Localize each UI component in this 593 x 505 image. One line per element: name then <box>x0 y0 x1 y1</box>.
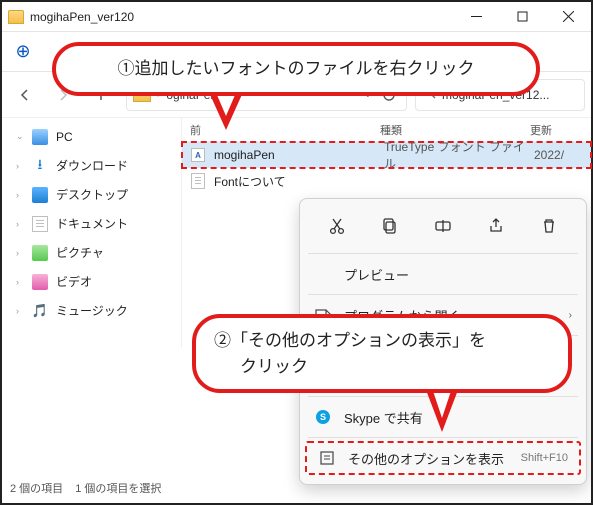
chevron-right-icon: › <box>16 306 24 316</box>
chevron-right-icon: › <box>569 310 572 321</box>
separator <box>308 294 578 295</box>
column-header-type[interactable]: 種類 <box>380 122 530 138</box>
videos-icon <box>32 274 48 290</box>
folder-icon <box>8 10 24 24</box>
pc-icon <box>32 129 48 145</box>
skype-icon: S <box>314 410 332 424</box>
window-title: mogihaPen_ver120 <box>30 10 134 24</box>
document-icon <box>32 216 48 232</box>
context-item-preview[interactable]: プレビュー <box>300 256 586 292</box>
column-header-date[interactable]: 更新 <box>530 122 552 138</box>
annotation-text: ①追加したいフォントのファイルを右クリック <box>118 59 475 78</box>
copy-button[interactable] <box>375 211 405 241</box>
context-item-more-options[interactable]: その他のオプションを表示 Shift+F10 <box>304 440 582 476</box>
sidebar-item-videos[interactable]: › ビデオ <box>2 267 181 296</box>
delete-button[interactable] <box>534 211 564 241</box>
chevron-right-icon: › <box>16 248 24 258</box>
pictures-icon <box>32 245 48 261</box>
sidebar-item-documents[interactable]: › ドキュメント <box>2 209 181 238</box>
font-file-icon: A <box>190 147 206 163</box>
sidebar-item-label: ダウンロード <box>56 157 128 174</box>
sidebar-item-music[interactable]: › 🎵 ミュージック <box>2 296 181 325</box>
annotation-callout-2: ②「その他のオプションの表示」を クリック <box>192 314 572 393</box>
cut-button[interactable] <box>322 211 352 241</box>
text-file-icon <box>190 173 206 189</box>
desktop-icon <box>32 187 48 203</box>
file-name: mogihaPen <box>214 148 384 162</box>
file-row-selected[interactable]: A mogihaPen TrueType フォント ファイル 2022/ <box>182 142 591 168</box>
annotation-text: ②「その他のオプションの表示」を <box>214 328 550 354</box>
separator <box>308 437 578 438</box>
back-button[interactable] <box>8 78 42 112</box>
sidebar-item-pc[interactable]: ⌄ PC <box>2 122 181 151</box>
callout-tail <box>426 390 458 432</box>
maximize-button[interactable] <box>499 2 545 32</box>
context-icon-row <box>300 205 586 251</box>
chevron-down-icon: ⌄ <box>16 131 24 142</box>
titlebar: mogihaPen_ver120 <box>2 2 591 32</box>
context-item-shortcut: Shift+F10 <box>521 452 568 464</box>
sidebar-item-label: ビデオ <box>56 273 92 290</box>
sidebar-item-label: デスクトップ <box>56 186 128 203</box>
file-name: Fontについて <box>214 173 384 190</box>
more-options-icon <box>318 450 336 466</box>
sidebar-item-desktop[interactable]: › デスクトップ <box>2 180 181 209</box>
status-item-count: 2 個の項目 <box>10 480 63 496</box>
chevron-right-icon: › <box>16 219 24 229</box>
chevron-right-icon: › <box>16 190 24 200</box>
context-item-label: プレビュー <box>344 265 572 284</box>
file-type: TrueType フォント ファイル <box>384 138 534 172</box>
sidebar: ⌄PC ›⭳ダウンロード ›デスクトップ ›ドキュメント ›ピクチャ ›ビデオ … <box>2 118 182 348</box>
music-icon: 🎵 <box>32 303 48 319</box>
sidebar-item-label: PC <box>56 130 73 144</box>
download-icon: ⭳ <box>32 158 48 174</box>
minimize-button[interactable] <box>453 2 499 32</box>
context-item-label: Skype で共有 <box>344 408 572 427</box>
context-item-label: その他のオプションを表示 <box>348 449 509 468</box>
annotation-text: クリック <box>214 354 550 380</box>
rename-button[interactable] <box>428 211 458 241</box>
sidebar-item-pictures[interactable]: › ピクチャ <box>2 238 181 267</box>
new-tab-button[interactable]: ⊕ <box>8 37 38 67</box>
share-button[interactable] <box>481 211 511 241</box>
close-button[interactable] <box>545 2 591 32</box>
sidebar-item-label: ピクチャ <box>56 244 104 261</box>
sidebar-item-label: ミュージック <box>56 302 128 319</box>
status-bar: 2 個の項目 1 個の項目を選択 <box>4 475 167 501</box>
sidebar-item-downloads[interactable]: › ⭳ ダウンロード <box>2 151 181 180</box>
annotation-callout-1: ①追加したいフォントのファイルを右クリック <box>52 42 540 96</box>
sidebar-item-label: ドキュメント <box>56 215 128 232</box>
separator <box>308 253 578 254</box>
chevron-right-icon: › <box>16 161 24 171</box>
file-date: 2022/ <box>534 148 564 162</box>
callout-tail <box>208 90 244 130</box>
chevron-right-icon: › <box>16 277 24 287</box>
status-selection: 1 個の項目を選択 <box>75 480 161 496</box>
